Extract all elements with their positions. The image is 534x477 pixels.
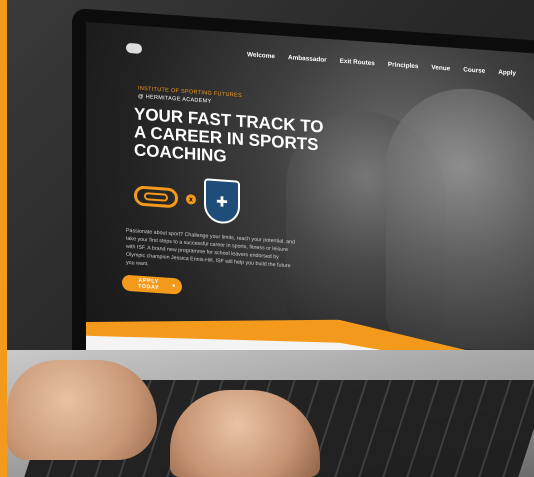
hero-body-text: Passionate about sport? Challenge your l… [126, 227, 296, 270]
nav-item-ambassador[interactable]: Ambassador [288, 54, 327, 64]
orange-edge-bar [0, 0, 7, 477]
laptop-screen: Welcome Ambassador Exit Routes Principle… [86, 22, 534, 384]
left-hand [7, 360, 157, 460]
hero-headline: YOUR FAST TRACK TO A CAREER IN SPORTS CO… [134, 104, 324, 166]
hero-person-image [386, 82, 534, 355]
nav-item-principles[interactable]: Principles [388, 61, 419, 70]
apply-today-label: APPLY TODAY [138, 277, 160, 292]
logo-icon[interactable] [126, 42, 142, 54]
nav-item-venue[interactable]: Venue [431, 64, 450, 72]
x-icon: x [186, 193, 196, 205]
nav-item-exit-routes[interactable]: Exit Routes [340, 58, 375, 67]
nav-item-course[interactable]: Course [463, 66, 485, 75]
partner-badges: x ✚ [134, 173, 240, 225]
arrow-right-icon: ● [172, 283, 176, 290]
academy-shield-icon: ✚ [204, 178, 240, 225]
nav-item-welcome[interactable]: Welcome [247, 51, 275, 60]
nav-item-apply[interactable]: Apply [498, 69, 516, 77]
running-track-icon [134, 185, 178, 209]
apply-today-button[interactable]: APPLY TODAY ● [122, 274, 182, 295]
